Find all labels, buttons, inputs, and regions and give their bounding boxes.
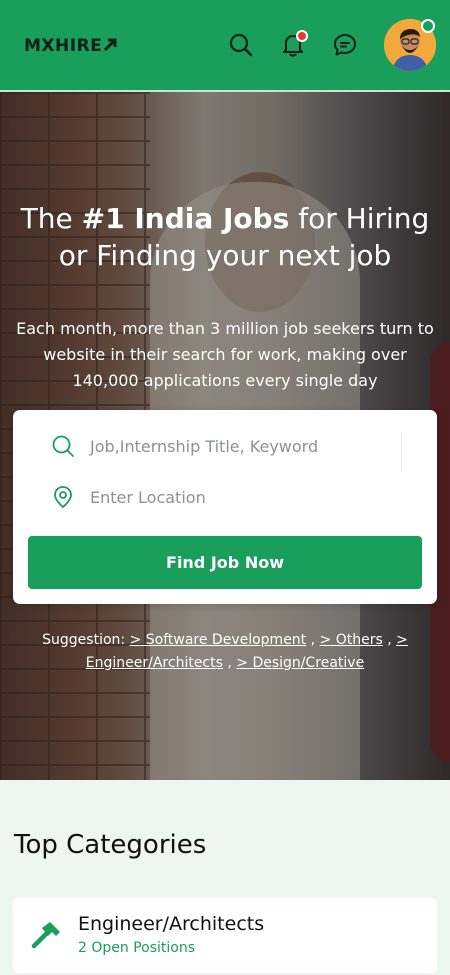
hero-subtitle: Each month, more than 3 million job seek… (16, 319, 434, 390)
suggestion-engineer-architects[interactable]: Engineer/Architects (86, 655, 223, 671)
hero-title: The #1 India Jobs for Hiring or Finding … (20, 202, 430, 272)
search-suggestions: Suggestion: > Software Development , > O… (42, 632, 408, 671)
arrow-up-right-icon (103, 37, 119, 57)
hammer-icon (30, 920, 64, 950)
top-categories-heading: Top Categories (14, 830, 207, 860)
notification-badge (296, 30, 308, 42)
chat-icon[interactable] (332, 32, 358, 58)
open-positions-count: 2 Open Positions (78, 940, 196, 956)
keyword-placeholder: Job,Internship Title, Keyword (90, 437, 319, 456)
suggestion-more[interactable]: > (396, 632, 408, 648)
find-job-button[interactable]: Find Job Now (28, 536, 422, 589)
category-card[interactable]: Engineer/Architects 2 Open Positions (13, 898, 437, 973)
online-status-dot (421, 19, 435, 33)
search-icon[interactable] (228, 32, 254, 58)
notification-bell-icon[interactable] (280, 30, 308, 58)
top-navbar: MXHIRE (0, 0, 450, 92)
location-field[interactable]: Enter Location (13, 473, 437, 523)
mxhire-logo[interactable]: MXHIRE (24, 36, 119, 57)
logo-text: MXHIRE (24, 36, 103, 56)
suggestion-software-development[interactable]: > Software Development (130, 632, 307, 648)
location-placeholder: Enter Location (90, 488, 206, 507)
location-pin-icon (51, 485, 75, 509)
suggestion-others[interactable]: > Others (320, 632, 383, 648)
job-search-card: Job,Internship Title, Keyword Enter Loca… (13, 410, 437, 604)
suggestion-design-creative[interactable]: > Design/Creative (236, 655, 364, 671)
hero-banner: The #1 India Jobs for Hiring or Finding … (0, 92, 450, 780)
suggestion-label: Suggestion: (42, 632, 126, 648)
keyword-search-field[interactable]: Job,Internship Title, Keyword (13, 422, 437, 472)
search-icon (51, 434, 75, 458)
field-divider (401, 432, 402, 472)
category-name: Engineer/Architects (78, 913, 265, 935)
